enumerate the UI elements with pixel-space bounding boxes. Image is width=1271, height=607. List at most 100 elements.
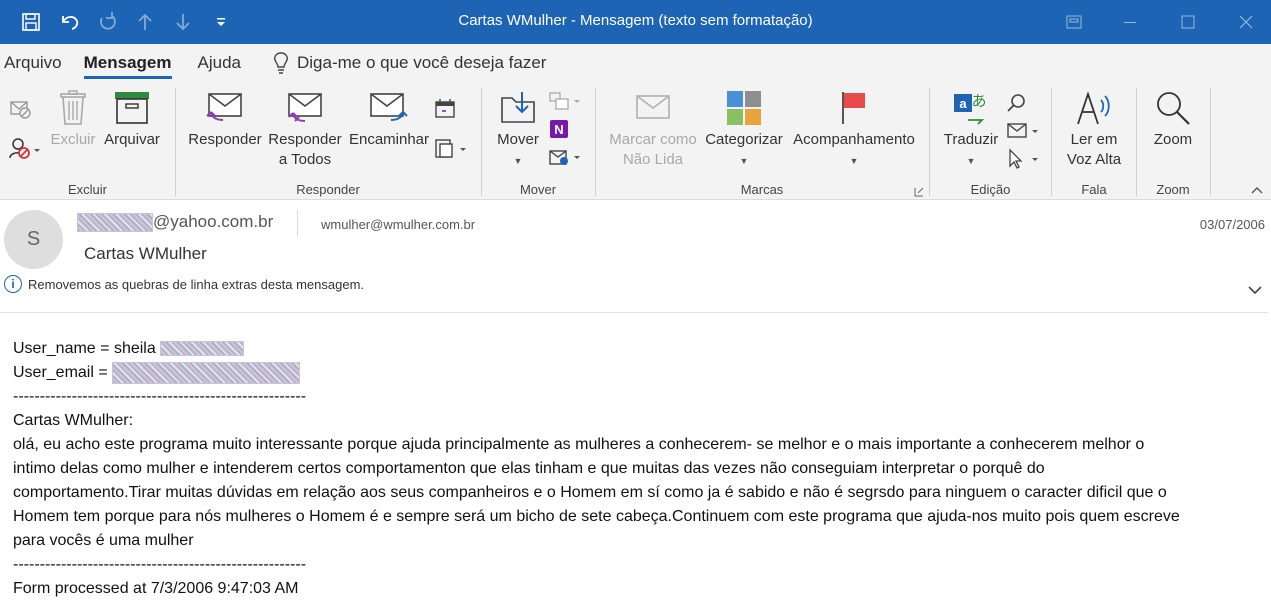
tab-arquivo[interactable]: Arquivo (0, 44, 66, 82)
ribbon-separator (1210, 88, 1211, 196)
arquivar-button[interactable]: Arquivar (100, 90, 164, 150)
marcar-label-1: Marcar como (609, 131, 697, 148)
body-line: olá, eu acho este programa muito interes… (13, 436, 1145, 453)
search-icon[interactable] (1006, 92, 1028, 119)
header-divider (297, 210, 298, 236)
sender[interactable]: @yahoo.com.br (77, 212, 273, 232)
ribbon-display-icon[interactable] (1044, 0, 1104, 44)
chevron-down-icon[interactable] (1247, 282, 1263, 300)
close-icon[interactable] (1216, 0, 1271, 44)
separator-dashes: ----------------------------------------… (13, 388, 307, 405)
zoom-label: Zoom (1153, 131, 1193, 148)
traduzir-dropdown-icon: ▼ (966, 156, 976, 166)
flag-icon (842, 92, 865, 124)
collapse-ribbon-icon[interactable] (1250, 182, 1264, 200)
group-responder: Responder Responder a Todos Encaminhar R… (176, 82, 480, 200)
marcar-nao-lida-button[interactable]: Marcar como Não Lida (604, 90, 702, 170)
mover-label: Mover (497, 131, 539, 148)
ler-label-1: Ler em (1070, 131, 1118, 148)
trash-icon (60, 90, 86, 125)
maximize-icon[interactable] (1158, 0, 1218, 44)
tell-me-box[interactable]: Diga-me o que você deseja fazer (269, 44, 550, 82)
ler-voz-alta-button[interactable]: Ler em Voz Alta (1058, 90, 1130, 170)
more-respond-icon[interactable] (434, 138, 468, 165)
redacted-email (112, 361, 301, 384)
message-body: User_name = sheila User_email = --------… (13, 337, 1253, 601)
body-line: para vocês é uma mulher (13, 532, 194, 549)
reply-icon (206, 93, 242, 121)
responder-button[interactable]: Responder (186, 90, 264, 150)
acompanhamento-label: Acompanhamento (793, 131, 915, 148)
user-email-row: User_email = (13, 361, 1253, 385)
group-zoom: Zoom Zoom (1137, 82, 1209, 200)
acompanhamento-dropdown-icon: ▼ (849, 156, 859, 166)
ler-label-2: Voz Alta (1066, 151, 1122, 168)
reply-all-icon (288, 93, 322, 122)
minimize-icon[interactable] (1100, 0, 1160, 44)
categorizar-dropdown-icon: ▼ (739, 156, 749, 166)
separator-dashes: ----------------------------------------… (13, 556, 307, 573)
tab-mensagem[interactable]: Mensagem (80, 44, 176, 82)
svg-text:あ: あ (971, 92, 986, 110)
mover-dropdown-icon: ▼ (513, 156, 523, 166)
junk-icon[interactable] (8, 136, 42, 165)
group-edicao: aあ Traduzir ▼ Edição (930, 82, 1051, 200)
traduzir-button[interactable]: aあ Traduzir ▼ (940, 90, 1002, 171)
onenote-icon[interactable]: N (548, 118, 570, 145)
ignore-icon[interactable] (8, 98, 32, 125)
ribbon: Excluir Arquivar Excluir Responder Respo… (0, 82, 1271, 200)
meeting-icon[interactable] (434, 98, 456, 125)
group-marcas-label: Marcas (740, 182, 784, 197)
svg-text:N: N (554, 122, 563, 137)
marcar-label-2: Não Lida (622, 151, 684, 168)
encaminhar-label: Encaminhar (348, 131, 430, 148)
message-date: 03/07/2006 (1199, 217, 1265, 232)
group-zoom-label: Zoom (1156, 182, 1190, 197)
group-excluir-label: Excluir (67, 182, 107, 197)
lightbulb-icon (274, 52, 288, 74)
info-bar: i Removemos as quebras de linha extras d… (4, 275, 364, 293)
title-bar: Cartas WMulher - Mensagem (texto sem for… (0, 0, 1271, 44)
tab-ajuda[interactable]: Ajuda (194, 44, 245, 82)
group-fala-label: Fala (1081, 182, 1107, 197)
move-folder-icon (501, 92, 535, 123)
user-name-row: User_name = sheila (13, 337, 1253, 361)
body-line: comportamento.Tirar muitas dúvidas em re… (13, 484, 1167, 501)
responder-todos-label-2: a Todos (278, 151, 332, 168)
mark-unread-icon (636, 95, 670, 119)
group-marcas: Marcar como Não Lida Categorizar ▼ Acomp… (596, 82, 928, 200)
select-icon[interactable] (1006, 148, 1040, 175)
arquivar-label: Arquivar (104, 131, 160, 148)
actions-icon[interactable] (548, 146, 582, 173)
responder-label: Responder (188, 131, 262, 148)
responder-todos-label-1: Responder (268, 131, 342, 148)
categorizar-button[interactable]: Categorizar ▼ (704, 90, 784, 171)
acompanhamento-button[interactable]: Acompanhamento ▼ (790, 90, 918, 171)
info-notice[interactable]: Removemos as quebras de linha extras des… (28, 277, 364, 292)
form-processed-line: Form processed at 7/3/2006 9:47:03 AM (13, 580, 299, 597)
menu-tabs: Arquivo Mensagem Ajuda Diga-me o que voc… (0, 44, 1271, 82)
responder-todos-button[interactable]: Responder a Todos (266, 90, 344, 170)
mover-button[interactable]: Mover ▼ (492, 90, 544, 171)
translate-icon: aあ (954, 92, 987, 125)
group-mover: Mover ▼ N Mover (482, 82, 594, 200)
read-aloud-icon (1077, 91, 1110, 125)
rules-icon[interactable] (548, 90, 582, 117)
related-icon[interactable] (1006, 120, 1040, 147)
svg-text:a: a (959, 96, 967, 111)
body-line: intimo delas como mulher e intenderem ce… (13, 460, 1045, 477)
group-responder-label: Responder (296, 182, 360, 197)
redacted-surname (160, 341, 245, 357)
zoom-button[interactable]: Zoom (1145, 90, 1201, 150)
excluir-button[interactable]: Excluir (50, 90, 96, 150)
encaminhar-button[interactable]: Encaminhar (348, 90, 430, 150)
redacted-sender-name (77, 212, 153, 232)
recipient[interactable]: wmulher@wmulher.com.br (321, 217, 475, 232)
avatar: S (4, 210, 63, 269)
body-line: Homem tem porque para nós mulheres o Hom… (13, 508, 1180, 525)
body-heading: Cartas WMulher: (13, 412, 134, 429)
zoom-icon (1157, 92, 1190, 125)
traduzir-label: Traduzir (943, 131, 999, 148)
user-name-text: User_name = sheila (13, 340, 156, 357)
info-icon: i (4, 275, 22, 293)
